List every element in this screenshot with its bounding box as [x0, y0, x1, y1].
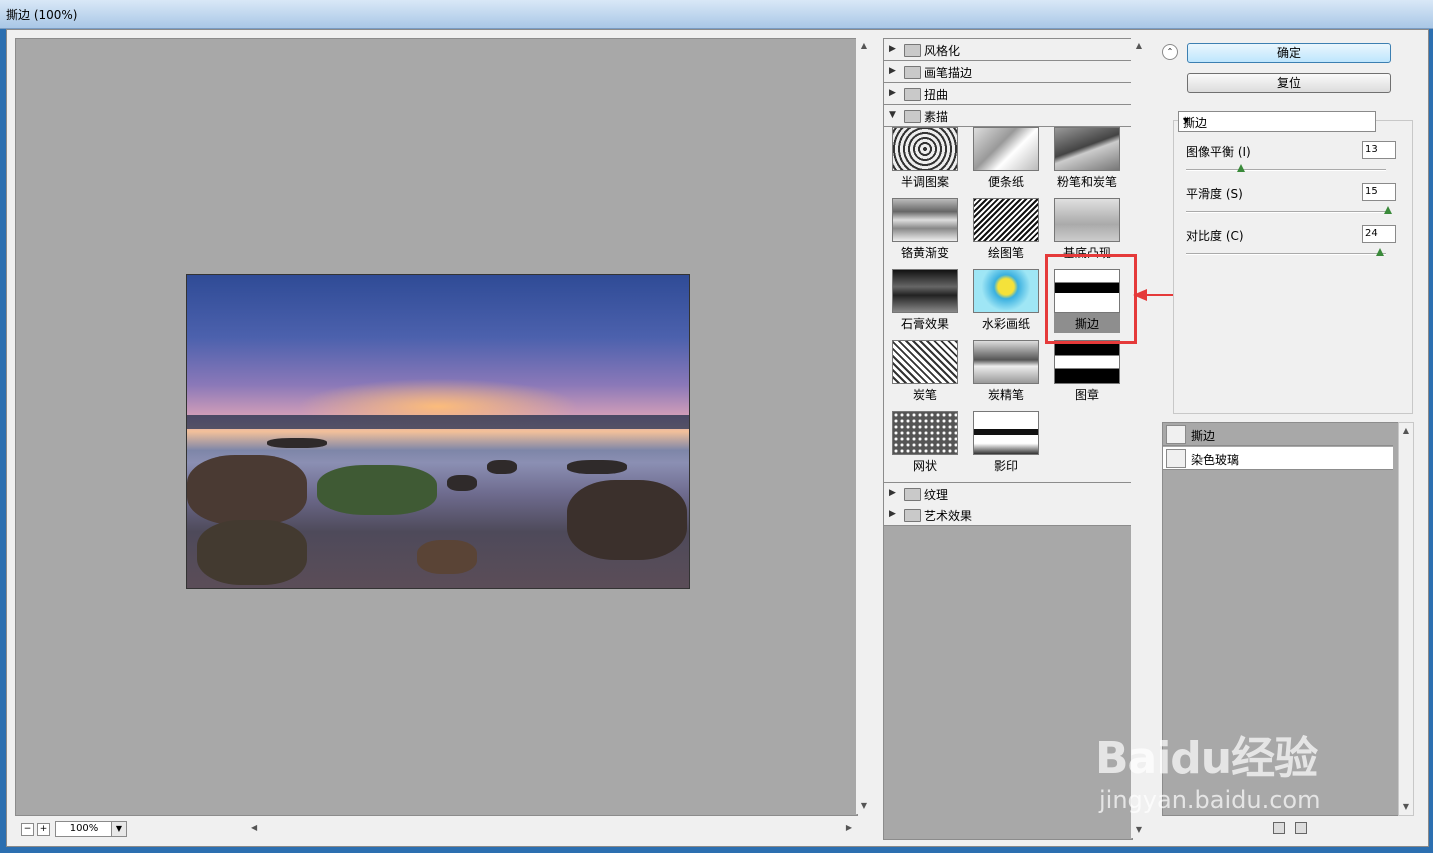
preview-horizontal-scrollbar[interactable]: ◀ ▶: [247, 821, 856, 837]
folder-icon: [904, 66, 921, 79]
category-sketch[interactable]: ▼ 素描: [884, 105, 1132, 127]
smoothness-slider[interactable]: [1186, 211, 1386, 213]
image-balance-slider[interactable]: [1186, 169, 1386, 171]
thumb-note-paper[interactable]: 便条纸: [973, 127, 1039, 191]
category-texture[interactable]: ▶ 纹理: [884, 482, 1132, 505]
zoom-out-button[interactable]: −: [21, 823, 34, 836]
watermark-url: jingyan.baidu.com: [1099, 786, 1321, 814]
param-contrast: 对比度 (C) 24: [1186, 225, 1398, 267]
folder-icon: [904, 509, 921, 522]
chevron-down-icon: ▼: [1183, 116, 1190, 125]
watermark-logo: Baidu经验: [1095, 733, 1318, 784]
thumb-plaster[interactable]: 石膏效果: [892, 269, 958, 333]
folder-icon: [904, 88, 921, 101]
category-artistic[interactable]: ▶ 艺术效果: [884, 504, 1132, 526]
category-distort[interactable]: ▶ 扭曲: [884, 83, 1132, 105]
smoothness-field[interactable]: 15: [1362, 183, 1396, 201]
thumb-halftone-pattern[interactable]: 半调图案: [892, 127, 958, 191]
collapse-gallery-icon[interactable]: ⌃: [1162, 44, 1178, 60]
category-brush-strokes[interactable]: ▶ 画笔描边: [884, 61, 1132, 83]
param-smoothness: 平滑度 (S) 15: [1186, 183, 1398, 225]
slider-thumb-icon[interactable]: [1384, 206, 1392, 214]
param-image-balance: 图像平衡 (I) 13: [1186, 141, 1398, 183]
preview-image: [186, 274, 690, 589]
thumb-conte-crayon[interactable]: 炭精笔: [973, 340, 1039, 404]
thumb-charcoal[interactable]: 炭笔: [892, 340, 958, 404]
visibility-toggle[interactable]: [1166, 425, 1186, 444]
thumb-graphic-pen[interactable]: 绘图笔: [973, 198, 1039, 262]
layer-item[interactable]: 染色玻璃: [1163, 447, 1393, 470]
thumb-photocopy[interactable]: 影印: [973, 411, 1039, 475]
zoom-dropdown-icon[interactable]: ▼: [111, 821, 127, 837]
scroll-right-icon[interactable]: ▶: [846, 823, 852, 832]
folder-icon: [904, 488, 921, 501]
thumb-stamp[interactable]: 图章: [1054, 340, 1120, 404]
window-title: 撕边 (100%): [6, 8, 78, 22]
scroll-up-icon[interactable]: ▲: [1131, 38, 1147, 54]
expand-arrow-icon: ▶: [889, 509, 896, 519]
scroll-left-icon[interactable]: ◀: [251, 823, 257, 832]
collapse-arrow-icon: ▼: [889, 110, 896, 120]
slider-thumb-icon[interactable]: [1237, 164, 1245, 172]
zoom-in-button[interactable]: +: [37, 823, 50, 836]
folder-icon: [904, 44, 921, 57]
selection-highlight-box: [1045, 254, 1137, 344]
scroll-up-icon[interactable]: ▲: [856, 38, 872, 54]
thumb-reticulation[interactable]: 网状: [892, 411, 958, 475]
city-skyline: [187, 415, 689, 429]
layers-scrollbar[interactable]: ▲ ▼: [1398, 422, 1414, 816]
expand-arrow-icon: ▶: [889, 44, 896, 54]
slider-thumb-icon[interactable]: [1376, 248, 1384, 256]
visibility-toggle[interactable]: [1166, 449, 1186, 468]
thumb-water-paper[interactable]: 水彩画纸: [973, 269, 1039, 333]
ok-button[interactable]: 确定: [1187, 43, 1391, 63]
preview-vertical-scrollbar[interactable]: ▲ ▼: [856, 38, 872, 814]
title-bar: 撕边 (100%): [0, 0, 1433, 29]
expand-arrow-icon: ▶: [889, 66, 896, 76]
open-folder-icon: [904, 110, 921, 123]
zoom-level-field[interactable]: 100%: [55, 821, 113, 837]
preview-canvas[interactable]: [15, 38, 858, 816]
thumb-chalk-charcoal[interactable]: 粉笔和炭笔: [1054, 127, 1120, 191]
scroll-down-icon[interactable]: ▼: [856, 798, 872, 814]
scroll-down-icon[interactable]: ▼: [1399, 799, 1413, 815]
scroll-up-icon[interactable]: ▲: [1399, 423, 1413, 439]
expand-arrow-icon: ▶: [889, 88, 896, 98]
contrast-slider[interactable]: [1186, 253, 1386, 255]
layer-item-active[interactable]: 撕边: [1163, 423, 1393, 446]
image-balance-field[interactable]: 13: [1362, 141, 1396, 159]
reset-button[interactable]: 复位: [1187, 73, 1391, 93]
thumb-chrome[interactable]: 铬黄渐变: [892, 198, 958, 262]
filter-settings-panel: 撕边 ▼ 图像平衡 (I) 13 平滑度 (S) 15 对比度 (C) 24: [1173, 111, 1413, 414]
thumb-bas-relief[interactable]: 基底凸现: [1054, 198, 1120, 262]
zoom-control: − + 100% ▼: [15, 821, 245, 839]
watermark: Baidu经验 jingyan.baidu.com: [1095, 700, 1395, 825]
contrast-field[interactable]: 24: [1362, 225, 1396, 243]
category-stylize[interactable]: ▶ 风格化: [884, 39, 1132, 61]
filter-select[interactable]: 撕边 ▼: [1178, 111, 1376, 132]
expand-arrow-icon: ▶: [889, 488, 896, 498]
